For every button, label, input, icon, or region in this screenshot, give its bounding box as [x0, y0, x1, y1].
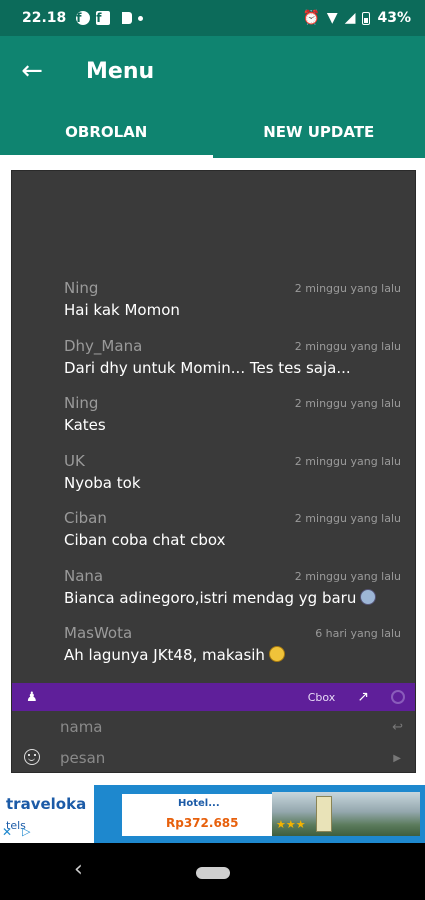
ad-brand: traveloka [6, 795, 87, 813]
chat-toolbar: ♟ Cbox ↗ [12, 683, 415, 711]
wifi-icon: ▼ [326, 10, 338, 26]
app-bar: ← Menu [0, 36, 425, 106]
system-nav-bar: ‹ [0, 843, 425, 900]
name-input[interactable] [60, 718, 393, 736]
message-time: 2 minggu yang lalu [294, 455, 401, 468]
tab-new-update[interactable]: NEW UPDATE [213, 106, 425, 158]
ad-hotel-photo: ★★★ [272, 792, 420, 836]
back-button[interactable]: ← [0, 36, 64, 106]
tab-bar: OBROLAN NEW UPDATE [0, 106, 425, 158]
name-row: ↩ [12, 711, 415, 743]
status-time: 22.18 [22, 10, 67, 26]
external-link-icon[interactable]: ↗ [357, 689, 369, 705]
battery-percent: 43% [377, 10, 411, 26]
message-row: ▶ [12, 743, 415, 773]
message-text: Ciban coba chat cbox [64, 531, 226, 549]
more-notifications-icon [138, 15, 144, 21]
ad-building-image [316, 796, 332, 832]
ad-hotel-label: Hotel... [178, 798, 220, 809]
message-time: 6 hari yang lalu [315, 627, 401, 640]
message-text: Dari dhy untuk Momin... Tes tes saja... [64, 359, 351, 377]
signal-icon: ◢ [344, 10, 356, 26]
chat-message: Ning 2 minggu yang lalu Hai kak Momon [64, 279, 401, 319]
message-time: 2 minggu yang lalu [294, 282, 401, 295]
tab-obrolan[interactable]: OBROLAN [0, 106, 213, 158]
chat-message: UK 2 minggu yang lalu Nyoba tok [64, 452, 401, 492]
chat-message: Dhy_Mana 2 minggu yang lalu Dari dhy unt… [64, 337, 401, 377]
chat-message: MasWota 6 hari yang lalu Ah lagunya JKt4… [64, 624, 401, 664]
chat-box: Ning 2 minggu yang lalu Hai kak Momon Dh… [11, 170, 416, 773]
nav-back-icon[interactable]: ‹ [74, 857, 83, 882]
facebook-app-icon: f [96, 11, 111, 25]
alarm-icon: ⏰ [302, 10, 320, 26]
ad-choices-icon[interactable]: ▷ [22, 825, 30, 838]
page-title: Menu [86, 58, 155, 84]
grin-emoji-icon [268, 646, 285, 662]
message-text: Hai kak Momon [64, 301, 180, 319]
message-time: 2 minggu yang lalu [294, 570, 401, 583]
battery-icon [362, 11, 371, 25]
ad-banner[interactable]: traveloka tels ✕ ▷ Hotel... Rp372.685 ★★… [0, 785, 425, 843]
chat-message: Nana 2 minggu yang lalu Bianca adinegoro… [64, 567, 401, 607]
message-input[interactable] [60, 749, 394, 767]
send-icon[interactable]: ▶ [393, 753, 401, 764]
enter-icon[interactable]: ↩ [392, 720, 403, 735]
ad-price: Rp372.685 [166, 816, 239, 830]
nav-home-icon[interactable] [196, 867, 230, 879]
facebook-icon: f [76, 11, 91, 25]
message-time: 2 minggu yang lalu [294, 512, 401, 525]
message-text: Bianca adinegoro,istri mendag yg baru [64, 589, 357, 607]
message-text: Kates [64, 416, 106, 434]
ad-logo: traveloka tels [0, 785, 94, 843]
chat-message: Ciban 2 minggu yang lalu Ciban coba chat… [64, 509, 401, 549]
cbox-link[interactable]: Cbox [308, 691, 336, 704]
chat-message: Ning 2 minggu yang lalu Kates [64, 394, 401, 434]
ad-offer-card: Hotel... Rp372.685 [122, 794, 272, 836]
message-time: 2 minggu yang lalu [294, 397, 401, 410]
youtube-icon [116, 12, 133, 24]
emoji-picker-icon[interactable] [24, 749, 40, 765]
message-time: 2 minggu yang lalu [294, 340, 401, 353]
arrow-left-icon: ← [21, 56, 43, 86]
loading-ring-icon [391, 690, 405, 704]
message-text: Nyoba tok [64, 474, 141, 492]
sad-face-emoji-icon [360, 589, 377, 605]
status-bar: 22.18 f f ⏰ ▼ ◢ 43% [0, 0, 425, 36]
message-text: Ah lagunya JKt48, makasih [64, 646, 265, 664]
star-rating-icon: ★★★ [276, 818, 306, 831]
ad-close-icon[interactable]: ✕ [2, 825, 12, 839]
user-icon[interactable]: ♟ [26, 690, 38, 705]
